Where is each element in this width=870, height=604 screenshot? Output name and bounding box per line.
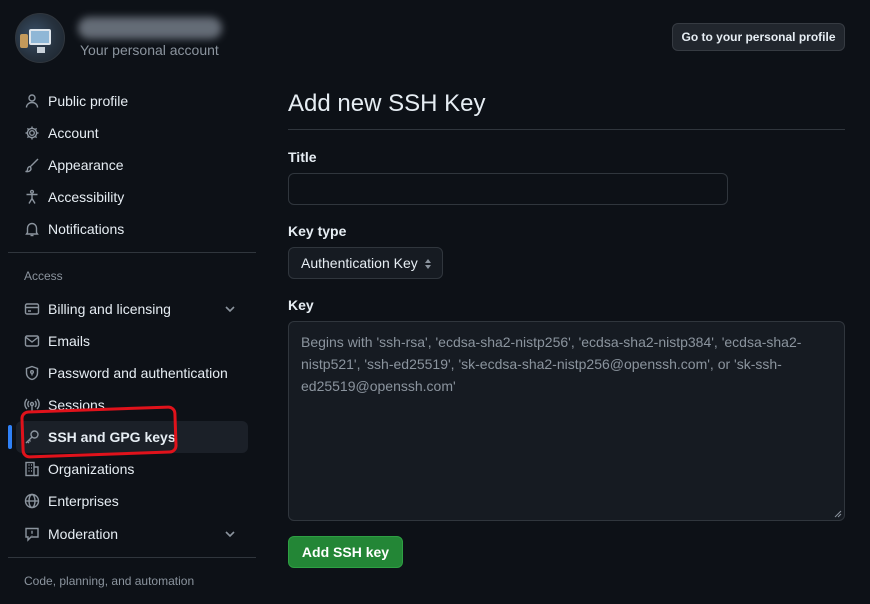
title-label: Title [288,149,317,165]
sidebar-item-label: Emails [48,333,91,349]
person-icon [24,93,40,109]
active-indicator [8,425,12,449]
sidebar-item-billing[interactable]: Billing and licensing [16,293,248,325]
gear-icon [24,125,40,141]
sidebar-item-organizations[interactable]: Organizations [16,453,248,485]
key-type-label: Key type [288,223,347,239]
sidebar-item-label: Public profile [48,93,129,109]
go-to-profile-button[interactable]: Go to your personal profile [672,23,845,51]
key-placeholder: Begins with 'ssh-rsa', 'ecdsa-sha2-nistp… [301,334,802,394]
sidebar-item-label: Billing and licensing [48,301,171,317]
sidebar-item-label: Account [48,125,99,141]
sidebar-item-password[interactable]: Password and authentication [16,357,248,389]
credit-card-icon [24,301,40,317]
title-divider [288,129,845,130]
sidebar-item-emails[interactable]: Emails [16,325,248,357]
bell-icon [24,221,40,237]
chevron-down-icon[interactable] [222,301,238,317]
annotation-highlight [20,405,178,459]
sidebar-item-label: Notifications [48,221,125,237]
sidebar-item-label: Accessibility [48,189,125,205]
organization-icon [24,461,40,477]
title-input[interactable] [288,173,728,205]
sidebar-item-notifications[interactable]: Notifications [16,213,248,245]
chevron-down-icon[interactable] [222,526,238,542]
paintbrush-icon [24,157,40,173]
sidebar-item-appearance[interactable]: Appearance [16,149,248,181]
globe-icon [24,493,40,509]
sidebar-item-label: Password and authentication [48,365,228,381]
accessibility-icon [24,189,40,205]
sidebar-item-public-profile[interactable]: Public profile [16,85,248,117]
shield-lock-icon [24,365,40,381]
resize-grip-icon[interactable] [834,510,842,518]
mail-icon [24,333,40,349]
sidebar-item-label: Appearance [48,157,124,173]
page-title: Add new SSH Key [288,90,486,117]
sidebar-item-account[interactable]: Account [16,117,248,149]
sidebar-item-moderation[interactable]: Moderation [16,518,248,550]
sidebar-item-enterprises[interactable]: Enterprises [16,485,248,517]
report-icon [24,526,40,542]
sidebar-item-label: Organizations [48,461,135,477]
key-textarea[interactable]: Begins with 'ssh-rsa', 'ecdsa-sha2-nistp… [288,321,845,521]
section-heading-access: Access [24,269,63,283]
avatar[interactable] [15,13,65,63]
username-redacted [78,17,222,39]
sidebar-divider [8,557,256,558]
key-type-value: Authentication Key [301,255,418,271]
sidebar-item-accessibility[interactable]: Accessibility [16,181,248,213]
select-arrows-icon [425,259,431,269]
key-label: Key [288,297,314,313]
section-heading-code: Code, planning, and automation [24,574,195,588]
sidebar-item-label: Enterprises [48,493,119,509]
account-subtitle: Your personal account [80,42,219,58]
sidebar-divider [8,252,256,253]
sidebar-item-label: Moderation [48,526,119,542]
key-type-select[interactable]: Authentication Key [288,247,443,279]
add-ssh-key-button[interactable]: Add SSH key [288,536,403,568]
